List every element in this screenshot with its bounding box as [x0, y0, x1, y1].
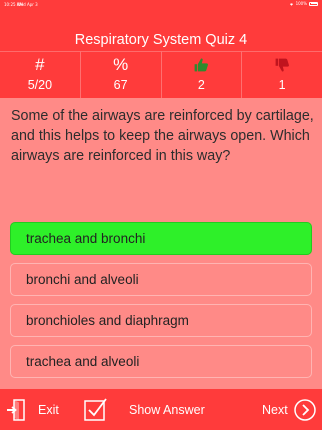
next-button[interactable]: Next [262, 389, 316, 430]
checkbox-icon [84, 398, 107, 421]
page-title: Respiratory System Quiz 4 [74, 32, 248, 48]
bottom-toolbar: Exit Show Answer Next [0, 389, 322, 430]
stat-percent: % 67 [79, 51, 161, 98]
exit-button[interactable]: Exit [6, 389, 59, 430]
answer-option-2[interactable]: bronchi and alveoli [10, 263, 312, 296]
stat-incorrect-value: 1 [278, 78, 286, 92]
show-answer-label: Show Answer [129, 402, 205, 417]
battery-icon [309, 1, 318, 6]
quiz-header: Respiratory System Quiz 4 # 5/20 % 67 2 [0, 8, 322, 98]
answer-option-3[interactable]: bronchioles and diaphragm [10, 304, 312, 337]
thumbs-down-icon [242, 56, 322, 74]
stat-correct-value: 2 [197, 78, 205, 92]
stat-question-number: # 5/20 [0, 51, 80, 98]
status-date: Wed Apr 3 [17, 1, 38, 7]
stat-question-number-value: 5/20 [27, 78, 53, 92]
battery-percent: 100% [295, 1, 307, 6]
exit-label: Exit [38, 402, 59, 417]
exit-icon [7, 398, 25, 421]
next-label: Next [262, 402, 288, 417]
stat-percent-value: 67 [113, 78, 128, 92]
show-answer-button[interactable]: Show Answer [84, 389, 205, 430]
hash-icon: # [35, 55, 45, 74]
answer-list: trachea and bronchi bronchi and alveoli … [10, 222, 312, 386]
answer-option-1[interactable]: trachea and bronchi [10, 222, 312, 255]
wifi-icon [289, 3, 293, 6]
status-right: 100% [289, 1, 318, 6]
question-text: Some of the airways are reinforced by ca… [11, 108, 314, 164]
stat-correct: 2 [160, 51, 242, 98]
chevron-right-circle-icon [293, 398, 316, 421]
status-bar: 10:25 AM Wed Apr 3 100% [0, 0, 322, 8]
stat-incorrect: 1 [241, 51, 322, 98]
thumbs-up-icon [162, 56, 242, 74]
answer-option-4[interactable]: trachea and alveoli [10, 345, 312, 378]
percent-icon: % [113, 55, 129, 74]
stats-bar: # 5/20 % 67 2 1 [0, 51, 322, 98]
